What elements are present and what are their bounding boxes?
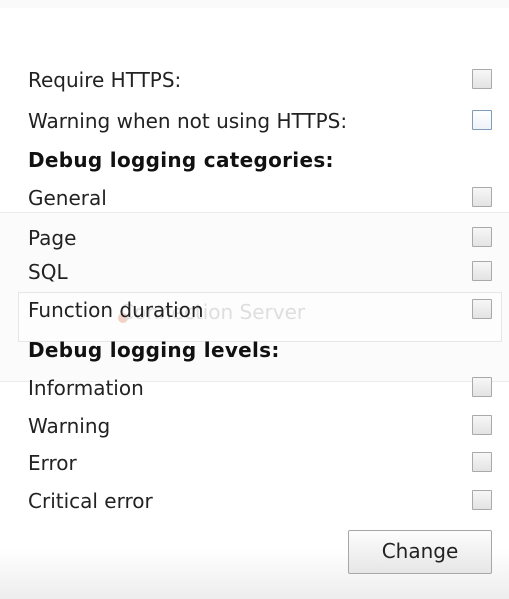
category-label-general: General — [28, 186, 107, 210]
require-https-label: Require HTTPS: — [28, 68, 182, 92]
level-checkbox-warning[interactable] — [472, 415, 492, 435]
level-row-critical-error: Critical error — [28, 487, 492, 517]
debug-levels-heading: Debug logging levels: — [28, 338, 280, 362]
category-row-general: General — [28, 184, 492, 214]
debug-levels-heading-row: Debug logging levels: — [28, 336, 492, 366]
require-https-checkbox[interactable] — [472, 69, 492, 89]
category-checkbox-page[interactable] — [472, 227, 492, 247]
category-row-sql: SQL — [28, 258, 492, 288]
level-checkbox-information[interactable] — [472, 377, 492, 397]
category-checkbox-sql[interactable] — [472, 261, 492, 281]
category-row-function-duration: Function duration — [28, 296, 492, 326]
category-label-sql: SQL — [28, 260, 68, 284]
change-button[interactable]: Change — [348, 530, 492, 574]
category-row-page: Page — [28, 224, 492, 254]
level-label-error: Error — [28, 451, 77, 475]
category-checkbox-general[interactable] — [472, 187, 492, 207]
warning-https-checkbox[interactable] — [472, 110, 492, 130]
debug-categories-heading: Debug logging categories: — [28, 148, 334, 172]
debug-categories-heading-row: Debug logging categories: — [28, 146, 492, 176]
category-label-function-duration: Function duration — [28, 298, 204, 322]
warning-https-row: Warning when not using HTTPS: — [28, 107, 492, 137]
level-row-information: Information — [28, 374, 492, 404]
warning-https-label: Warning when not using HTTPS: — [28, 109, 348, 133]
category-label-page: Page — [28, 226, 77, 250]
level-row-warning: Warning — [28, 412, 492, 442]
category-checkbox-function-duration[interactable] — [472, 299, 492, 319]
level-row-error: Error — [28, 449, 492, 479]
level-checkbox-error[interactable] — [472, 452, 492, 472]
require-https-row: Require HTTPS: — [28, 66, 492, 96]
level-label-warning: Warning — [28, 414, 111, 438]
level-checkbox-critical-error[interactable] — [472, 490, 492, 510]
level-label-information: Information — [28, 376, 144, 400]
level-label-critical-error: Critical error — [28, 489, 153, 513]
settings-panel: Require HTTPS: Warning when not using HT… — [18, 0, 492, 599]
